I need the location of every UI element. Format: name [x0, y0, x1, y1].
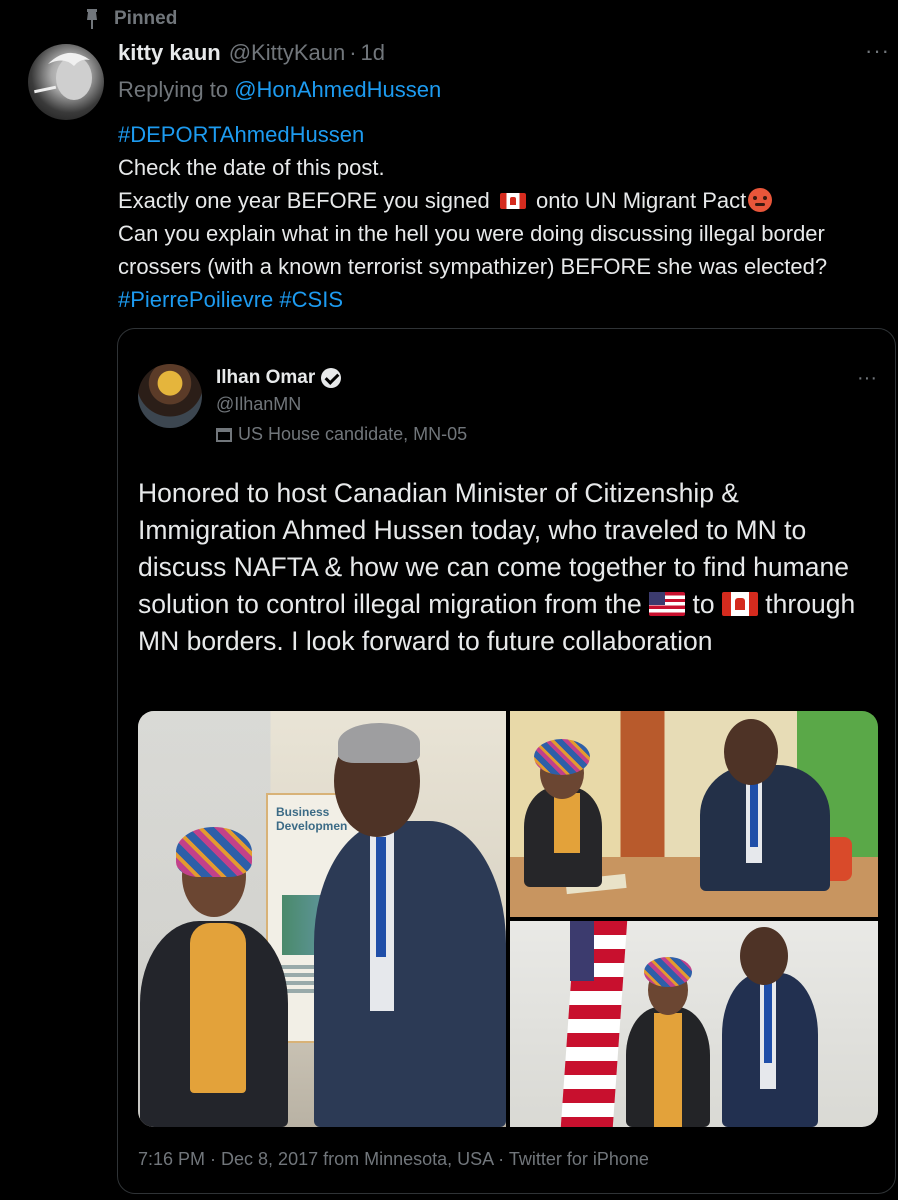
tweet-time[interactable]: 1d [361, 40, 385, 66]
quoted-display-name[interactable]: Ilhan Omar [216, 367, 315, 389]
tweet-header: kitty kaun @KittyKaun · 1d [118, 40, 385, 66]
pin-icon [87, 9, 97, 29]
pinned-row: Pinned [84, 6, 177, 32]
media-grid[interactable]: Business Developmen [138, 711, 878, 1127]
quoted-name-row: Ilhan Omar [216, 367, 342, 389]
photo-meeting-seated[interactable] [510, 711, 878, 917]
display-name[interactable]: kitty kaun [118, 40, 221, 66]
tweet-line-3: Can you explain what in the hell you wer… [118, 221, 828, 279]
separator-dot: · [349, 40, 357, 65]
tweet-line-1: Check the date of this post. [118, 155, 385, 180]
us-flag-icon [649, 592, 686, 616]
quoted-label: US House candidate, MN-05 [216, 424, 467, 445]
avatar[interactable] [28, 44, 104, 120]
quoted-more-icon[interactable]: ··· [857, 367, 877, 390]
user-handle[interactable]: @KittyKaun [229, 40, 346, 66]
quoted-label-text: US House candidate, MN-05 [238, 424, 468, 444]
quoted-handle[interactable]: @IlhanMN [216, 394, 301, 415]
photo-posed-with-flag[interactable] [510, 921, 878, 1127]
quoted-tweet[interactable]: Ilhan Omar @IlhanMN US House candidate, … [117, 328, 896, 1194]
tweet-body: #DEPORTAhmedHussen Check the date of thi… [118, 118, 888, 316]
hashtag-csis[interactable]: #CSIS [279, 287, 343, 312]
verified-badge-icon [321, 368, 342, 388]
reply-prefix: Replying to [118, 77, 235, 102]
tweet-line-2b: onto UN Migrant Pact [529, 188, 747, 213]
quoted-avatar[interactable] [138, 364, 202, 428]
quoted-footer[interactable]: 7:16 PM · Dec 8, 2017 from Minnesota, US… [138, 1149, 649, 1170]
reply-to-link[interactable]: @HonAhmedHussen [234, 77, 441, 102]
replying-to: Replying to @HonAhmedHussen [118, 77, 441, 103]
hashtag-pierre[interactable]: #PierrePoilievre [118, 287, 273, 312]
canada-flag-icon [721, 592, 758, 616]
quoted-text-b: to [685, 589, 722, 619]
angry-face-icon [748, 188, 773, 212]
photo-meeting-standing[interactable]: Business Developmen [138, 711, 506, 1127]
ballot-box-icon [216, 427, 232, 442]
quoted-text: Honored to host Canadian Minister of Cit… [138, 475, 878, 660]
hashtag-deport[interactable]: #DEPORTAhmedHussen [118, 122, 364, 147]
tweet-line-2a: Exactly one year BEFORE you signed [118, 188, 496, 213]
pinned-label: Pinned [114, 8, 178, 29]
more-icon[interactable]: ··· [865, 38, 890, 64]
canada-flag-icon [499, 193, 526, 209]
